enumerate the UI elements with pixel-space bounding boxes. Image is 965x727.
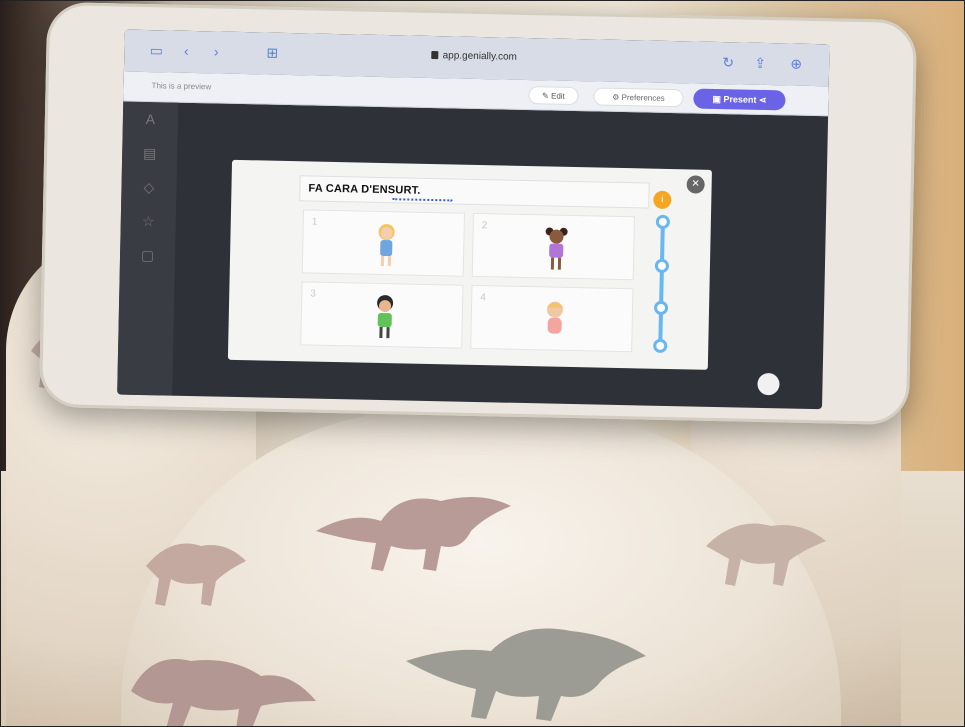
dinosaur-print	[406, 628, 646, 721]
settings-icon: ⚙	[612, 92, 622, 102]
option-card-3[interactable]: 3	[300, 281, 464, 349]
present-button[interactable]: ▣ Present ⋖	[693, 88, 786, 111]
share-icon[interactable]: ⋖	[759, 95, 767, 105]
chat-bubble-icon[interactable]	[757, 372, 780, 396]
quiz-slide: FA CARA D'ENSURT. 1 2 3 4 i ✕	[227, 159, 712, 370]
text-tool-icon[interactable]: A	[123, 102, 179, 137]
info-icon[interactable]: i	[653, 190, 672, 210]
tablet: ▭ ‹ › ⊞ app.genially.com ↻ ⇪ ⊕ This is a…	[38, 1, 918, 426]
lock-icon	[431, 51, 439, 60]
progress-step[interactable]	[654, 258, 670, 274]
photo: ▭ ‹ › ⊞ app.genially.com ↻ ⇪ ⊕ This is a…	[0, 0, 965, 727]
close-icon[interactable]: ✕	[686, 175, 705, 194]
blonde-girl-character	[378, 224, 395, 267]
progress-step[interactable]	[653, 338, 668, 353]
dinosaur-print	[316, 497, 511, 571]
back-icon[interactable]: ‹	[178, 43, 194, 59]
question-box: FA CARA D'ENSURT.	[299, 175, 650, 209]
pencil-icon: ✎	[542, 91, 552, 101]
forward-icon[interactable]: ›	[208, 43, 224, 59]
share-icon[interactable]: ⇪	[752, 55, 768, 71]
option-number: 1	[311, 216, 318, 228]
shape-tool-icon[interactable]: ◇	[121, 170, 177, 205]
boy-green-character	[377, 295, 394, 339]
new-tab-icon[interactable]: ⊕	[788, 55, 804, 72]
tablet-screen: ▭ ‹ › ⊞ app.genially.com ↻ ⇪ ⊕ This is a…	[117, 29, 830, 410]
girl-purple-character	[545, 227, 568, 270]
tabs-icon[interactable]: ⊞	[264, 44, 280, 61]
preview-text: This is a preview	[151, 81, 212, 92]
option-number: 3	[310, 288, 316, 300]
dinosaur-print	[131, 659, 316, 726]
baby-pink-character	[547, 301, 564, 334]
url-text: app.genially.com	[442, 50, 518, 63]
dinosaur-print	[146, 543, 246, 606]
preferences-label: Preferences	[621, 92, 665, 103]
sidebar-icon[interactable]: ▭	[148, 42, 164, 58]
option-card-1[interactable]: 1	[301, 209, 466, 277]
question-title: FA CARA D'ENSURT.	[308, 182, 421, 197]
progress-step[interactable]	[655, 214, 671, 230]
option-card-4[interactable]: 4	[470, 284, 634, 353]
page-tool-icon[interactable]: ▢	[120, 238, 176, 273]
title-underline	[392, 198, 453, 202]
edit-label: Edit	[550, 91, 565, 101]
interactive-tool-icon[interactable]: ☆	[120, 204, 176, 239]
reload-icon[interactable]: ↻	[720, 54, 736, 70]
option-number: 2	[481, 220, 488, 232]
dinosaur-print	[706, 523, 826, 586]
option-number: 4	[480, 292, 486, 304]
present-label: Present	[723, 94, 757, 105]
option-card-2[interactable]: 2	[471, 212, 635, 281]
progress-step[interactable]	[653, 300, 669, 315]
image-tool-icon[interactable]: ▤	[122, 136, 178, 171]
progress-track	[653, 214, 671, 353]
edit-button[interactable]: ✎ Edit	[528, 86, 579, 106]
preferences-button[interactable]: ⚙ Preferences	[593, 87, 684, 108]
present-icon: ▣	[712, 93, 724, 105]
address-bar[interactable]: app.genially.com	[374, 49, 574, 69]
editor-sidebar: A ▤ ◇ ☆ ▢	[117, 101, 179, 396]
